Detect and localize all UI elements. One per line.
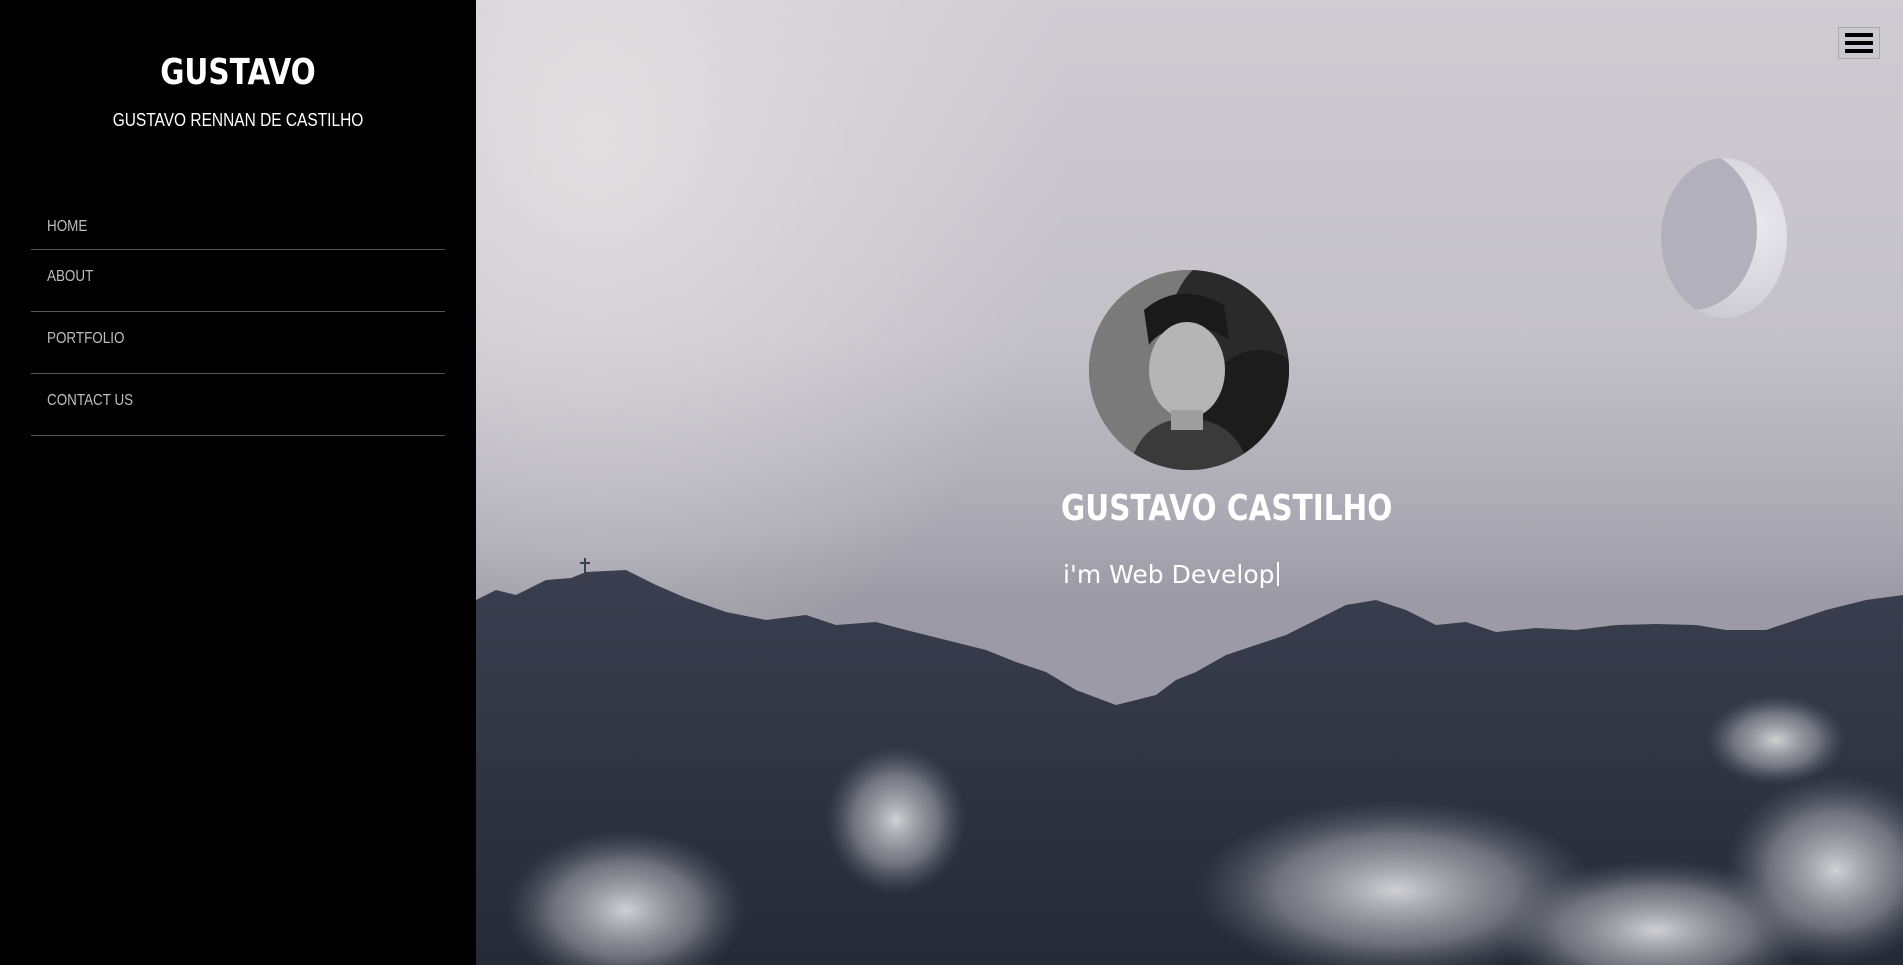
site-tagline: GUSTAVO RENNAN DE CASTILHO xyxy=(112,110,364,130)
hamburger-bar xyxy=(1845,41,1873,45)
main-nav: HOME ABOUT PORTFOLIO CONTACT US xyxy=(31,200,445,436)
hero-role-text: i'm Web Develop xyxy=(1063,560,1275,589)
nav-item-contact[interactable]: CONTACT US xyxy=(31,374,445,436)
nav-item-portfolio[interactable]: PORTFOLIO xyxy=(31,312,445,374)
avatar-photo xyxy=(1089,270,1289,470)
sidebar: GUSTAVO GUSTAVO RENNAN DE CASTILHO HOME … xyxy=(0,0,476,965)
nav-item-label: PORTFOLIO xyxy=(47,330,125,347)
hero-section: GUSTAVO CASTILHO i'm Web Develop xyxy=(476,0,1903,965)
nav-item-home[interactable]: HOME xyxy=(31,200,445,250)
nav-item-label: ABOUT xyxy=(47,268,94,285)
hamburger-bar xyxy=(1845,33,1873,37)
nav-item-about[interactable]: ABOUT xyxy=(31,250,445,312)
profile-avatar xyxy=(1089,270,1289,470)
hamburger-bar xyxy=(1845,49,1873,53)
hamburger-icon[interactable] xyxy=(1838,27,1880,59)
nav-item-label: HOME xyxy=(47,218,88,235)
nav-item-label: CONTACT US xyxy=(47,392,134,409)
typing-cursor xyxy=(1276,562,1279,586)
mountain-background xyxy=(476,558,1903,965)
hero-name: GUSTAVO CASTILHO xyxy=(1061,488,1393,529)
site-brand[interactable]: GUSTAVO xyxy=(43,52,433,93)
hero-role-typing: i'm Web Develop xyxy=(1063,560,1279,589)
